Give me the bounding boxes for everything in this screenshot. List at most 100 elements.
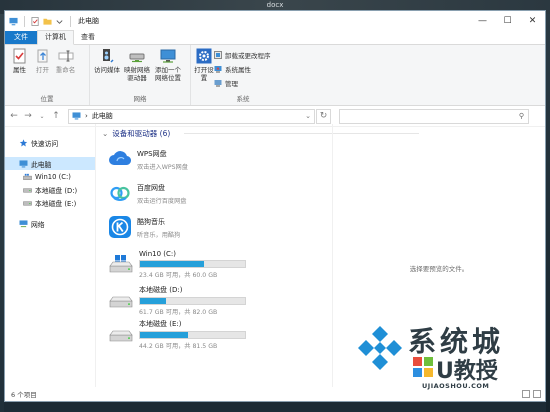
devices-section-title: 设备和驱动器 (6) (112, 129, 171, 138)
list-item-drive-e[interactable]: 本地磁盘 (E:) 44.2 GB 可用，共 81.5 GB (108, 319, 246, 350)
close-button[interactable]: ✕ (520, 11, 545, 31)
drive-c-usage-bar (139, 260, 246, 268)
uninstall-program-button[interactable]: 卸载或更改程序 (214, 50, 271, 60)
drive-usage-fill (140, 298, 167, 304)
properties-label: 属性 (13, 66, 26, 74)
address-box[interactable]: › 此电脑 ⌄ (68, 108, 315, 124)
rename-label: 重命名 (55, 66, 76, 74)
breadcrumb-this-pc[interactable]: 此电脑 (92, 111, 301, 121)
nav-drive-e-label: 本地磁盘 (E:) (35, 199, 77, 208)
open-label: 打开 (36, 66, 49, 74)
window-title: 此电脑 (78, 17, 99, 25)
watermark-logo: 系统城 U教授 UJIAOSHOU.COM (350, 318, 540, 396)
map-network-drive-label: 映射网络驱动器 (124, 66, 150, 82)
kugou-icon (109, 216, 131, 238)
ribbon-group-location: 属性 打开 重命名 位置 (5, 45, 90, 105)
quick-access-toolbar (5, 15, 74, 27)
navigation-pane: 快速访问 此电脑 Win10 (C:) 本地磁盘 (D:) 本地磁盘 (E:) (5, 124, 96, 387)
nav-gap (5, 209, 95, 217)
computer-icon (9, 17, 18, 25)
search-icon: ⚲ (518, 112, 524, 120)
nav-this-pc-label: 此电脑 (31, 160, 52, 169)
wps-cloud-text: WPS网盘 双击进入WPS网盘 (137, 147, 188, 171)
drive-c-name: Win10 (C:) (139, 250, 176, 258)
ribbon-group-system: 打开设置 卸载或更改程序 系统属性 管理 系统 (191, 45, 295, 105)
toolbar-separator (70, 15, 71, 27)
list-item-kugou[interactable]: 酷狗音乐 听音乐，用酷狗 (108, 215, 180, 239)
list-item-drive-c[interactable]: Win10 (C:) 23.4 GB 可用，共 60.0 GB (108, 250, 246, 279)
drive-e-space: 44.2 GB 可用，共 81.5 GB (139, 343, 218, 350)
drive-c-text: Win10 (C:) 23.4 GB 可用，共 60.0 GB (139, 250, 246, 279)
nav-gap (5, 149, 95, 157)
explorer-window: 此电脑 — ☐ ✕ 文件 计算机 查看 属性 打开 重命名 位置 访问媒体 映射… (4, 10, 546, 402)
nav-drive-c[interactable]: Win10 (C:) (5, 170, 95, 183)
baidu-netdisk-desc: 双击运行百度网盘 (137, 198, 187, 205)
nav-drive-c-label: Win10 (C:) (35, 172, 71, 181)
manage-button[interactable]: 管理 (214, 78, 271, 88)
toolbar-separator (24, 15, 25, 27)
chevron-down-icon: ⌄ (102, 129, 109, 138)
ribbon-group-location-label: 位置 (40, 95, 54, 103)
address-dropdown-icon[interactable]: ⌄ (305, 112, 311, 120)
refresh-button[interactable]: ↻ (316, 108, 331, 124)
nav-drive-d[interactable]: 本地磁盘 (D:) (5, 183, 95, 196)
watermark-line2: U教授 (436, 359, 498, 384)
back-arrow-icon: ← (10, 111, 18, 121)
drive-e-usage-bar (139, 331, 246, 339)
chevron-down-icon: ⌄ (39, 112, 45, 120)
nav-network-label: 网络 (31, 220, 45, 229)
drive-d-text: 本地磁盘 (D:) 61.7 GB 可用，共 82.0 GB (139, 285, 246, 316)
drive-c-space: 23.4 GB 可用，共 60.0 GB (139, 272, 218, 279)
refresh-icon: ↻ (319, 111, 328, 121)
back-button[interactable]: ← (8, 109, 20, 123)
hard-drive-icon (23, 200, 32, 205)
maximize-button[interactable]: ☐ (495, 11, 520, 31)
computer-icon (72, 112, 81, 120)
uninstall-program-label: 卸载或更改程序 (225, 52, 271, 60)
path-separator: › (85, 112, 88, 120)
nav-network[interactable]: 网络 (5, 217, 95, 230)
hard-drive-icon (109, 296, 133, 308)
nav-quick-access[interactable]: 快速访问 (5, 136, 95, 149)
manage-label: 管理 (225, 80, 238, 88)
tab-computer[interactable]: 计算机 (37, 30, 74, 45)
hard-drive-icon (23, 187, 32, 192)
watermark-windows-icon (413, 357, 433, 377)
tab-view[interactable]: 查看 (74, 31, 102, 44)
kugou-text: 酷狗音乐 听音乐，用酷狗 (137, 215, 180, 239)
preview-message: 选择要预览的文件。 (409, 265, 469, 273)
list-item-baidu-netdisk[interactable]: 百度网盘 双击运行百度网盘 (108, 181, 187, 205)
network-icon (19, 219, 28, 227)
drive-e-name: 本地磁盘 (E:) (139, 320, 182, 328)
forward-button[interactable]: → (22, 109, 34, 123)
window-controls: — ☐ ✕ (470, 11, 545, 31)
nav-quick-access-label: 快速访问 (31, 139, 59, 148)
properties-qat-icon[interactable] (31, 16, 40, 26)
open-icon (37, 49, 47, 63)
forward-arrow-icon: → (24, 111, 32, 121)
rename-icon (58, 50, 73, 62)
minimize-button[interactable]: — (470, 11, 495, 31)
system-properties-button[interactable]: 系统属性 (214, 64, 271, 74)
up-button[interactable]: ↑ (50, 109, 62, 123)
drive-d-usage-bar (139, 297, 246, 305)
tab-file[interactable]: 文件 (5, 31, 37, 44)
devices-section-header[interactable]: ⌄ 设备和驱动器 (6) (102, 128, 170, 139)
list-item-wps-cloud[interactable]: WPS网盘 双击进入WPS网盘 (108, 147, 188, 171)
ribbon-group-system-label: 系统 (236, 95, 250, 103)
drive-usage-fill (140, 261, 205, 267)
checklist-icon (13, 48, 25, 64)
media-icon (103, 49, 114, 63)
new-folder-qat-icon[interactable] (43, 17, 52, 26)
desktop-window-title: docx (266, 1, 284, 9)
item-count: 6 个项目 (11, 391, 37, 399)
kugou-desc: 听音乐，用酷狗 (137, 232, 181, 239)
dropdown-qat-icon[interactable] (55, 17, 64, 26)
desktop-right-edge (546, 14, 550, 412)
nav-drive-e[interactable]: 本地磁盘 (E:) (5, 196, 95, 209)
search-input[interactable]: ⚲ (339, 108, 529, 124)
list-item-drive-d[interactable]: 本地磁盘 (D:) 61.7 GB 可用，共 82.0 GB (108, 285, 246, 316)
recent-locations-button[interactable]: ⌄ (36, 109, 48, 123)
nav-this-pc[interactable]: 此电脑 (5, 157, 95, 170)
baidu-netdisk-text: 百度网盘 双击运行百度网盘 (137, 181, 187, 205)
